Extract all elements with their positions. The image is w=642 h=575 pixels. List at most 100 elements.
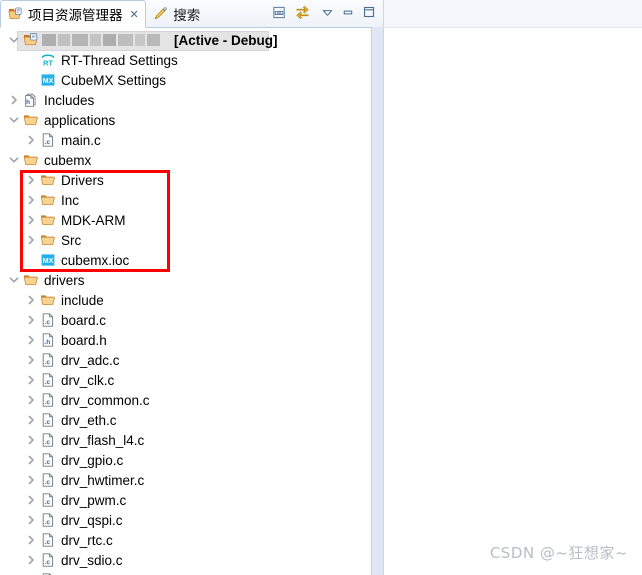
tree-row[interactable]: applications <box>0 110 383 130</box>
search-icon <box>151 6 169 21</box>
tree-row[interactable]: RT RT-Thread Settings <box>0 50 383 70</box>
tree-row-label: Drivers <box>61 172 104 188</box>
chevron-down-icon[interactable] <box>6 34 22 46</box>
svg-text:.c: .c <box>45 459 51 466</box>
tree-row-label: cubemx <box>44 152 92 168</box>
tab-project-explorer[interactable]: 项目资源管理器 ✕ <box>0 0 147 28</box>
folder-open-icon <box>22 272 40 288</box>
tree-row[interactable]: .c drv_gpio.c <box>0 450 383 470</box>
chevron-right-icon[interactable] <box>23 294 39 306</box>
tree-row[interactable]: .h board.h <box>0 330 383 350</box>
tree-row[interactable]: [Active - Debug] <box>0 30 383 51</box>
tree-row[interactable]: Src <box>0 230 383 250</box>
tree-row-label: board.c <box>61 312 107 328</box>
c-file-icon: .c <box>39 492 57 508</box>
c-file-icon: .c <box>39 552 57 568</box>
tree-row[interactable]: cubemx <box>0 150 383 170</box>
c-file-icon: .c <box>39 312 57 328</box>
chevron-down-icon[interactable] <box>6 154 22 166</box>
minimize-icon[interactable] <box>341 6 355 22</box>
chevron-right-icon[interactable] <box>23 214 39 226</box>
chevron-right-icon[interactable] <box>23 234 39 246</box>
maximize-icon[interactable] <box>362 5 376 22</box>
c-file-icon: .c <box>39 132 57 148</box>
svg-text:.c: .c <box>45 419 51 426</box>
folder-open-icon <box>39 292 57 308</box>
c-file-icon: .c <box>39 352 57 368</box>
tree-row[interactable]: .c drv_qspi.c <box>0 510 383 530</box>
editor-area[interactable]: CSDN @~狂想家~ <box>383 0 642 575</box>
tree-row[interactable]: h Includes <box>0 90 383 110</box>
chevron-right-icon[interactable] <box>23 134 39 146</box>
chevron-down-icon[interactable] <box>6 274 22 286</box>
chevron-right-icon[interactable] <box>23 414 39 426</box>
tree-row[interactable]: .c drv_adc.c <box>0 350 383 370</box>
link-editor-icon[interactable] <box>294 5 311 23</box>
folder-icon <box>39 172 57 188</box>
tree-row[interactable]: .c drv_sdio.c <box>0 550 383 570</box>
svg-text:.c: .c <box>45 139 51 146</box>
tree-row-label: drv_pwm.c <box>61 492 127 508</box>
chevron-right-icon[interactable] <box>23 354 39 366</box>
c-file-icon: .c <box>39 412 57 428</box>
tree-row[interactable]: MX cubemx.ioc <box>0 250 383 270</box>
chevron-right-icon[interactable] <box>23 174 39 186</box>
tree-vertical-scrollbar[interactable] <box>371 27 383 575</box>
build-configuration-badge: [Active - Debug] <box>174 32 278 48</box>
tree-row-label: CubeMX Settings <box>61 72 167 88</box>
tree-row-label: applications <box>44 112 116 128</box>
tab-search[interactable]: 搜索 <box>146 0 207 27</box>
chevron-right-icon[interactable] <box>6 94 22 106</box>
tree-row[interactable]: .c drv_clk.c <box>0 370 383 390</box>
tree-row-label: drv_sdio.c <box>61 552 123 568</box>
tree-row[interactable]: drivers <box>0 270 383 290</box>
tree-row-label: drv_hwtimer.c <box>61 472 145 488</box>
tree-row[interactable]: Inc <box>0 190 383 210</box>
tree-row[interactable]: .c drv_eth.c <box>0 410 383 430</box>
tree-row[interactable]: .c main.c <box>0 130 383 150</box>
collapse-all-icon[interactable] <box>272 5 287 23</box>
chevron-right-icon[interactable] <box>23 334 39 346</box>
tree-row[interactable]: .c board.c <box>0 310 383 330</box>
chevron-right-icon[interactable] <box>23 534 39 546</box>
tree-row[interactable]: MX CubeMX Settings <box>0 70 383 90</box>
redacted-project-name <box>40 34 160 46</box>
chevron-right-icon[interactable] <box>23 474 39 486</box>
project-tree[interactable]: [Active - Debug] RT RT-Thread Settings MX Cu… <box>0 28 383 575</box>
tree-row[interactable]: .c drv_flash_l4.c <box>0 430 383 450</box>
folder-open-icon <box>22 112 40 128</box>
svg-text:MX: MX <box>43 76 54 85</box>
chevron-right-icon[interactable] <box>23 314 39 326</box>
tree-row[interactable]: .c drv_rtc.c <box>0 530 383 550</box>
tree-row-label: include <box>61 292 104 308</box>
tree-row[interactable]: .c drv_pwm.c <box>0 490 383 510</box>
tree-row[interactable]: Drivers <box>0 170 383 190</box>
chevron-down-icon[interactable] <box>6 114 22 126</box>
tree-row-label: drv_rtc.c <box>61 532 113 548</box>
project-explorer-icon <box>6 7 24 22</box>
svg-text:h: h <box>26 99 30 106</box>
c-file-icon: .c <box>39 432 57 448</box>
tree-row[interactable]: .c drv_hwtimer.c <box>0 470 383 490</box>
c-file-icon: .c <box>39 512 57 528</box>
tree-row-label: cubemx.ioc <box>61 252 130 268</box>
c-file-icon: .c <box>39 452 57 468</box>
tree-row[interactable]: .c drv_common.c <box>0 390 383 410</box>
chevron-right-icon[interactable] <box>23 454 39 466</box>
chevron-right-icon[interactable] <box>23 374 39 386</box>
chevron-right-icon[interactable] <box>23 434 39 446</box>
view-toolbar <box>272 0 383 27</box>
includes-icon: h <box>22 92 40 108</box>
chevron-right-icon[interactable] <box>23 494 39 506</box>
tree-row-label: drv_eth.c <box>61 412 117 428</box>
chevron-right-icon[interactable] <box>23 554 39 566</box>
chevron-right-icon[interactable] <box>23 394 39 406</box>
chevron-right-icon[interactable] <box>23 194 39 206</box>
close-icon[interactable]: ✕ <box>130 8 139 21</box>
chevron-down-icon[interactable] <box>321 6 334 22</box>
editor-tabstrip <box>384 0 642 28</box>
tree-row[interactable]: MDK-ARM <box>0 210 383 230</box>
tree-row[interactable]: .c <box>0 570 383 575</box>
tree-row[interactable]: include <box>0 290 383 310</box>
chevron-right-icon[interactable] <box>23 514 39 526</box>
